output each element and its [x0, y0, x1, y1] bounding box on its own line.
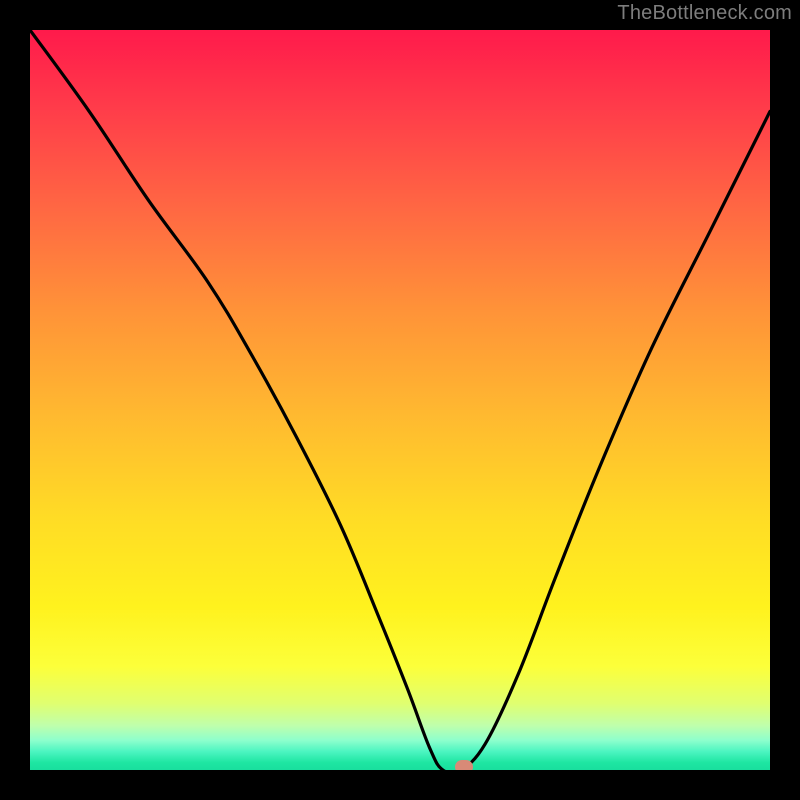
optimal-point-marker [455, 760, 473, 770]
chart-frame: TheBottleneck.com [0, 0, 800, 800]
bottleneck-curve [30, 30, 770, 770]
plot-area [30, 30, 770, 770]
attribution-text: TheBottleneck.com [617, 2, 792, 25]
